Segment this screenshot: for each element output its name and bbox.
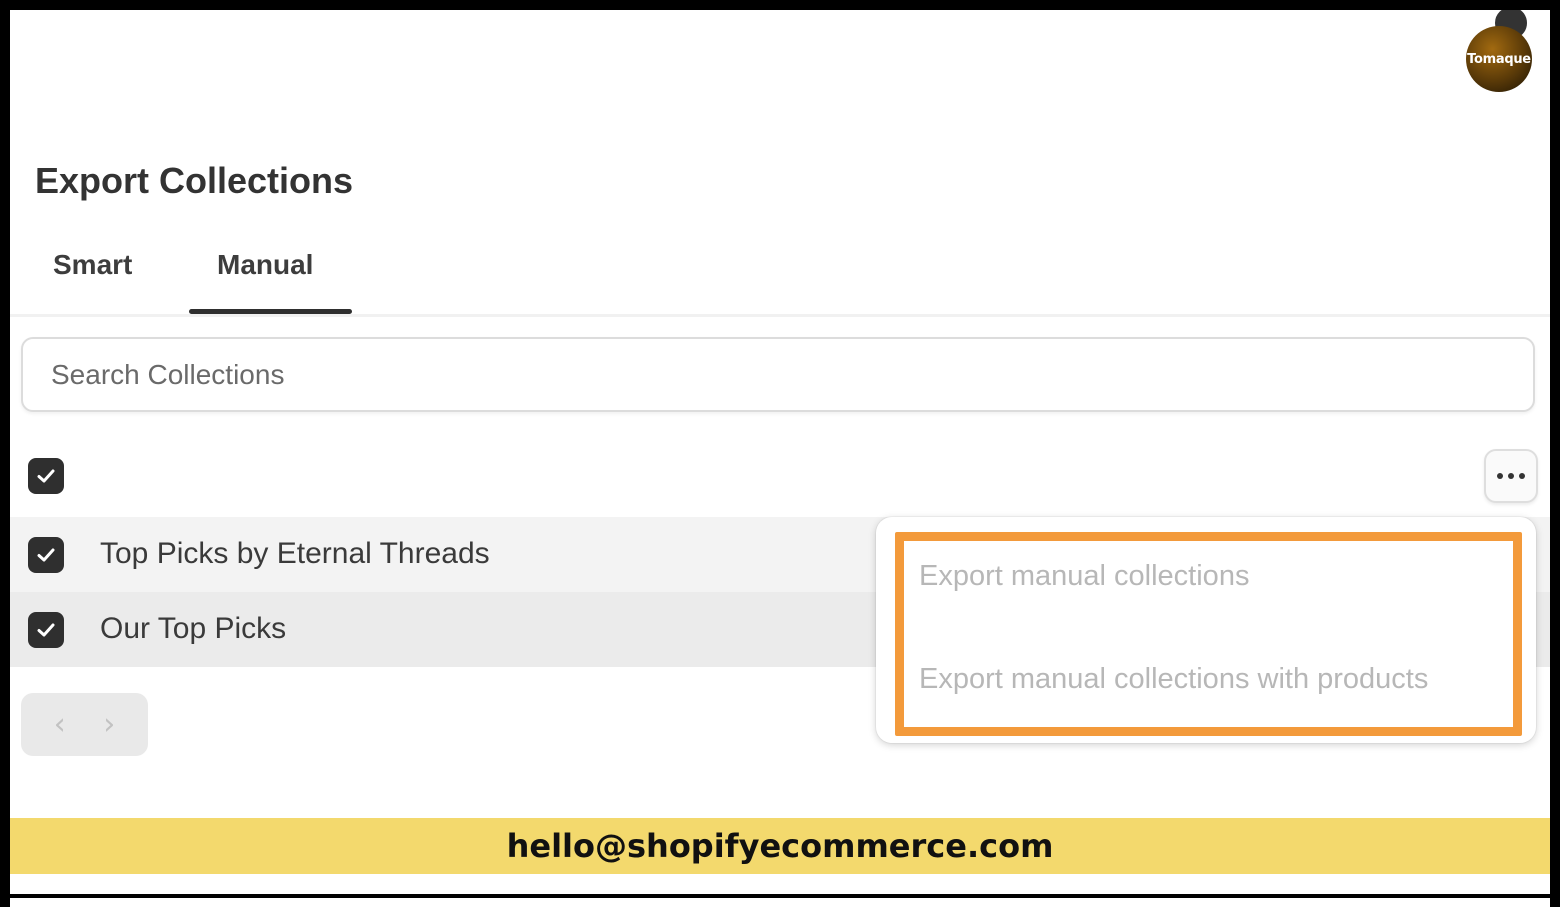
checkmark-icon [37,623,55,637]
pagination: ‹ › [21,693,148,756]
collection-name: Our Top Picks [100,612,287,645]
search-collections-input[interactable] [21,337,1535,412]
collection-name: Top Picks by Eternal Threads [100,537,490,570]
tab-bar: Smart Manual [10,235,1550,317]
tab-smart[interactable]: Smart [53,249,132,281]
row-checkbox[interactable] [28,612,64,648]
row-checkbox[interactable] [28,537,64,573]
next-page-button[interactable]: › [103,707,115,742]
more-horizontal-icon [1497,473,1525,479]
bottom-border-strip [10,894,1550,907]
prev-page-button[interactable]: ‹ [54,707,66,742]
tab-manual[interactable]: Manual [217,249,313,281]
more-actions-button[interactable] [1484,449,1538,503]
brand-logo-text: Tomaque [1467,51,1531,67]
page-title: Export Collections [35,160,354,201]
contact-email[interactable]: hello@shopifyecommerce.com [507,827,1054,865]
menu-item-export-manual-collections[interactable]: Export manual collections [919,560,1249,593]
footer-contact-band: hello@shopifyecommerce.com [10,818,1550,874]
app-frame: Tomaque Export Collections Smart Manual … [10,10,1550,894]
brand-logo: Tomaque [1466,26,1532,92]
menu-item-export-manual-collections-with-products[interactable]: Export manual collections with products [919,663,1428,696]
checkmark-icon [37,469,55,483]
select-all-checkbox[interactable] [28,458,64,494]
checkmark-icon [37,548,55,562]
active-tab-indicator [189,309,352,314]
